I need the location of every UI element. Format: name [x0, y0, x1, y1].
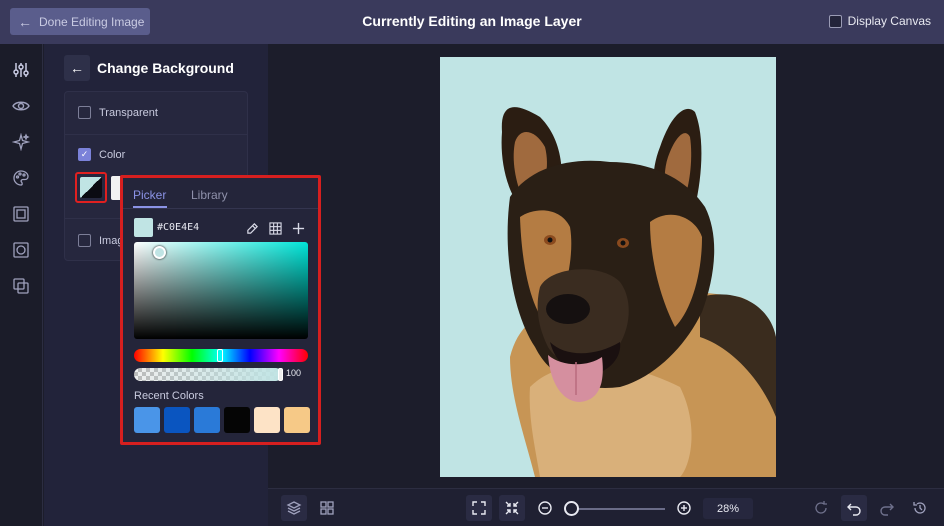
- option-image[interactable]: Imag: [78, 234, 123, 247]
- recent-color-swatch[interactable]: [254, 407, 280, 433]
- done-editing-label: Done Editing Image: [39, 14, 145, 29]
- current-color-swatch: [134, 218, 153, 237]
- plus-icon: [292, 222, 304, 234]
- swatch-grid-button[interactable]: [265, 218, 285, 238]
- tool-rail: [0, 44, 43, 526]
- crop-frame-icon[interactable]: [11, 240, 31, 260]
- option-color[interactable]: ✓ Color: [78, 148, 125, 161]
- display-canvas-label: Display Canvas: [847, 14, 931, 28]
- zoom-level[interactable]: 28%: [703, 498, 753, 519]
- hex-input[interactable]: #C0E4E4: [154, 218, 210, 237]
- color-label: Color: [99, 148, 126, 161]
- layers-button[interactable]: [281, 495, 307, 521]
- grid-icon: [268, 221, 282, 235]
- redo-icon: [880, 503, 894, 516]
- zoom-in-button[interactable]: [671, 495, 697, 521]
- zoom-out-button[interactable]: [532, 495, 558, 521]
- rotate-icon: [815, 501, 827, 514]
- layers-icon: [286, 501, 302, 515]
- panel-title: Change Background: [97, 60, 234, 76]
- color-checkbox[interactable]: ✓: [78, 148, 91, 161]
- palette-icon[interactable]: [11, 168, 31, 188]
- recent-color-swatch[interactable]: [164, 407, 190, 433]
- top-bar: ← Done Editing Image Currently Editing a…: [0, 0, 944, 44]
- tab-divider: [123, 208, 318, 209]
- sparkles-icon[interactable]: [11, 132, 31, 152]
- rotate-button[interactable]: [808, 495, 834, 521]
- recent-colors-label: Recent Colors: [134, 390, 204, 402]
- zoom-slider-handle[interactable]: [564, 501, 579, 516]
- eye-icon[interactable]: [11, 96, 31, 116]
- transparent-label: Transparent: [99, 106, 158, 119]
- done-editing-image-button[interactable]: ← Done Editing Image: [10, 8, 150, 35]
- tab-picker[interactable]: Picker: [133, 188, 166, 202]
- arrow-left-icon: ←: [18, 13, 32, 30]
- recent-color-swatch[interactable]: [284, 407, 310, 433]
- zoom-slider-track[interactable]: [569, 508, 665, 510]
- image-layer[interactable]: [440, 57, 776, 477]
- compress-icon: [505, 501, 519, 515]
- divider: [65, 134, 247, 135]
- history-button[interactable]: [907, 495, 933, 521]
- saturation-value-area[interactable]: [134, 242, 308, 339]
- minus-circle-icon: [538, 501, 552, 515]
- saturation-value-handle[interactable]: [153, 246, 166, 259]
- redo-button[interactable]: [874, 495, 900, 521]
- display-canvas-toggle[interactable]: Display Canvas: [828, 14, 931, 28]
- display-canvas-checkbox[interactable]: [828, 14, 842, 28]
- expand-icon: [472, 501, 486, 515]
- eyedropper-icon: [246, 222, 258, 234]
- hue-slider-handle[interactable]: [217, 349, 223, 362]
- image-checkbox[interactable]: [78, 234, 91, 247]
- swatch-preview: [80, 177, 102, 198]
- bottom-toolbar: 28%: [268, 488, 944, 526]
- grid-button[interactable]: [314, 495, 340, 521]
- shrink-button[interactable]: [499, 495, 525, 521]
- hue-slider[interactable]: [134, 349, 308, 362]
- arrow-left-icon: ←: [70, 60, 84, 76]
- undo-icon: [847, 503, 861, 516]
- tab-library[interactable]: Library: [191, 188, 228, 202]
- alpha-value: 100: [286, 368, 302, 378]
- add-color-button[interactable]: [288, 218, 308, 238]
- fit-screen-button[interactable]: [466, 495, 492, 521]
- recent-color-swatch[interactable]: [194, 407, 220, 433]
- undo-button[interactable]: [841, 495, 867, 521]
- alpha-slider-handle[interactable]: [278, 368, 283, 381]
- dog-image: [501, 107, 776, 477]
- transparent-checkbox[interactable]: [78, 106, 91, 119]
- selected-color-swatch[interactable]: [75, 172, 107, 203]
- recent-color-swatch[interactable]: [224, 407, 250, 433]
- alpha-slider[interactable]: [134, 368, 283, 381]
- option-transparent[interactable]: Transparent: [78, 106, 158, 119]
- recent-color-swatch[interactable]: [134, 407, 160, 433]
- back-button[interactable]: ←: [64, 55, 90, 81]
- frame-icon[interactable]: [11, 204, 31, 224]
- color-picker-popup: Picker Library #C0E4E4 100 Recent Colors: [120, 175, 321, 445]
- eyedropper-button[interactable]: [242, 218, 262, 238]
- plus-circle-icon: [677, 501, 691, 515]
- grid-icon: [320, 501, 334, 515]
- adjust-sliders-icon[interactable]: [11, 60, 31, 80]
- layers-blend-icon[interactable]: [11, 276, 31, 296]
- history-icon: [913, 502, 926, 514]
